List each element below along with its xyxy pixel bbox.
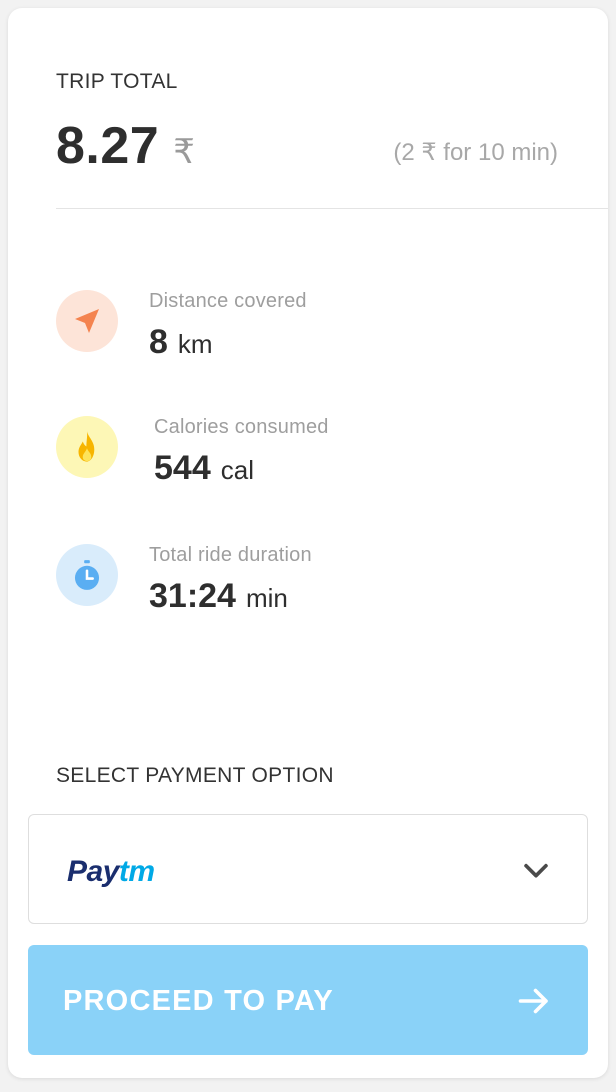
payment-option-dropdown[interactable]: Paytm: [28, 814, 588, 924]
stopwatch-icon: [56, 544, 118, 606]
flame-icon: [56, 416, 118, 478]
payment-option-label: SELECT PAYMENT OPTION: [56, 764, 334, 787]
currency-symbol: ₹: [173, 133, 195, 171]
trip-amount: 8.27: [56, 117, 160, 175]
stat-unit: cal: [220, 455, 254, 485]
stat-calories: Calories consumed 544 cal: [56, 416, 556, 496]
trip-rate: (2 ₹ for 10 min): [393, 139, 558, 166]
proceed-to-pay-button[interactable]: PROCEED TO PAY: [28, 945, 588, 1055]
chevron-down-icon[interactable]: [519, 853, 553, 887]
divider: [56, 208, 608, 209]
stat-value: 8: [149, 323, 168, 361]
trip-amount-row: 8.27 ₹: [56, 116, 195, 176]
stat-distance: Distance covered 8 km: [56, 290, 556, 370]
stat-value: 544: [154, 449, 211, 487]
stat-value: 31:24: [149, 577, 236, 615]
arrow-right-icon: [518, 988, 548, 1014]
navigation-arrow-icon: [56, 290, 118, 352]
paytm-logo: Paytm: [67, 855, 155, 888]
trip-summary-card: TRIP TOTAL 8.27 ₹ (2 ₹ for 10 min) Dista…: [8, 8, 608, 1078]
stat-caption: Calories consumed: [154, 416, 329, 438]
stat-unit: min: [245, 583, 288, 613]
stat-caption: Distance covered: [149, 290, 307, 312]
stat-duration: Total ride duration 31:24 min: [56, 544, 556, 624]
trip-total-label: TRIP TOTAL: [56, 70, 178, 93]
stat-caption: Total ride duration: [149, 544, 312, 566]
stat-unit: km: [177, 329, 213, 359]
proceed-button-label: PROCEED TO PAY: [63, 985, 334, 1017]
